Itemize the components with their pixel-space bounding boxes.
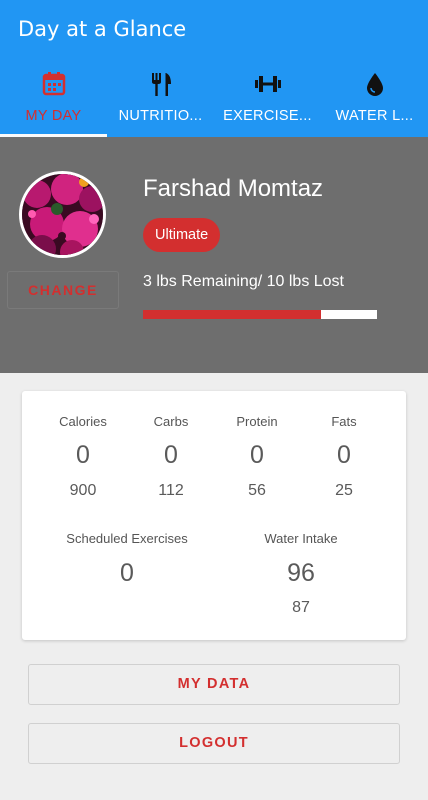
weight-remaining-text: 3 lbs Remaining/ 10 lbs Lost xyxy=(143,273,344,290)
app-bar: Day at a Glance MY DAY NUTRITIO... EXERC… xyxy=(0,0,428,137)
water-drop-icon xyxy=(366,73,383,96)
stat-label: Calories xyxy=(59,414,107,429)
stat-goal: 900 xyxy=(69,482,97,499)
tab-my-day[interactable]: MY DAY xyxy=(0,62,107,137)
dumbbell-icon xyxy=(254,76,281,92)
stat-goal: 87 xyxy=(292,599,310,616)
weight-progress-bar xyxy=(143,310,377,319)
my-data-button[interactable]: MY DATA xyxy=(28,664,400,705)
profile-section: CHANGE Farshad Momtaz Ultimate 3 lbs Rem… xyxy=(0,137,428,373)
app-title: Day at a Glance xyxy=(18,17,187,41)
change-photo-button[interactable]: CHANGE xyxy=(7,271,119,309)
fork-knife-icon xyxy=(151,73,171,96)
tab-label: EXERCISE... xyxy=(223,108,312,124)
logout-button[interactable]: LOGOUT xyxy=(28,723,400,764)
tab-bar: MY DAY NUTRITIO... EXERCISE... WATER L..… xyxy=(0,62,428,137)
stat-label: Water Intake xyxy=(264,531,338,546)
stat-value: 0 xyxy=(76,441,90,469)
tab-label: NUTRITIO... xyxy=(118,108,203,124)
stat-value: 0 xyxy=(250,441,264,469)
tab-exercise[interactable]: EXERCISE... xyxy=(214,62,321,137)
stat-goal: 56 xyxy=(248,482,266,499)
stat-goal: 112 xyxy=(158,482,184,499)
calendar-icon xyxy=(42,72,65,96)
stat-label: Carbs xyxy=(153,414,189,429)
tab-water-log[interactable]: WATER L... xyxy=(321,62,428,137)
tab-nutrition[interactable]: NUTRITIO... xyxy=(107,62,214,137)
stat-value: 96 xyxy=(287,559,315,587)
stat-value: 0 xyxy=(120,559,134,587)
stat-label: Protein xyxy=(236,414,278,429)
stat-goal: 25 xyxy=(335,482,353,499)
stat-value: 0 xyxy=(337,441,351,469)
stat-label: Fats xyxy=(331,414,357,429)
weight-progress-fill xyxy=(143,310,321,319)
avatar xyxy=(19,171,106,258)
user-name: Farshad Momtaz xyxy=(143,175,324,202)
stat-value: 0 xyxy=(164,441,178,469)
membership-badge: Ultimate xyxy=(143,218,221,252)
stat-label: Scheduled Exercises xyxy=(66,531,188,546)
tab-label: MY DAY xyxy=(25,108,82,124)
daily-summary-card: Calories 0 900 Carbs 0 112 Protein 0 56 … xyxy=(22,391,406,640)
tab-label: WATER L... xyxy=(335,108,414,124)
